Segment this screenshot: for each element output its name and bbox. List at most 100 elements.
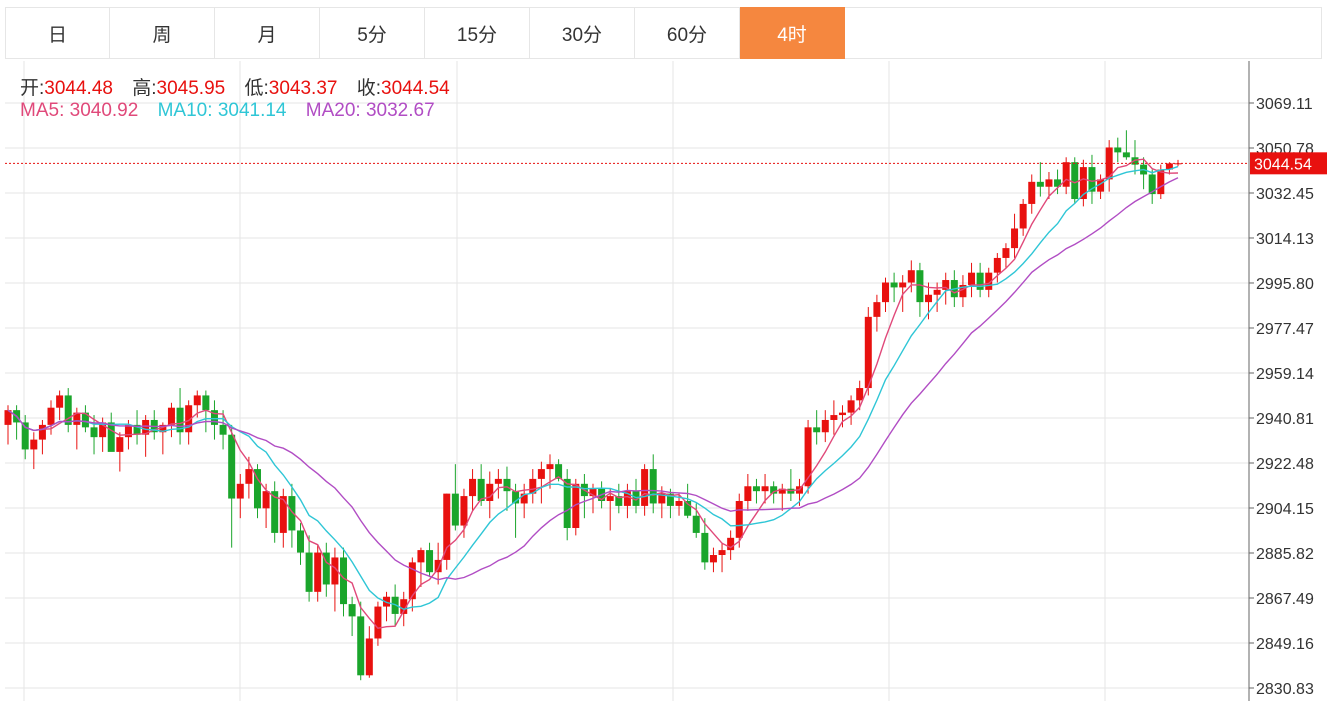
y-tick-label: 2995.80 bbox=[1256, 276, 1314, 293]
candle-body bbox=[56, 395, 64, 408]
candle-body bbox=[856, 388, 864, 401]
candle-body bbox=[357, 616, 365, 676]
y-tick-label: 2849.16 bbox=[1256, 636, 1314, 653]
candle-body bbox=[821, 419, 829, 433]
candle-body bbox=[976, 272, 984, 290]
candle-body bbox=[1062, 162, 1070, 187]
y-tick-label: 2830.83 bbox=[1256, 681, 1314, 698]
candle-body bbox=[675, 500, 683, 506]
candle-body bbox=[1071, 162, 1079, 200]
candle-body bbox=[503, 478, 511, 492]
candle-body bbox=[899, 282, 907, 288]
candle-body bbox=[460, 496, 468, 526]
ma10-line bbox=[7, 165, 1179, 611]
y-tick-label: 2940.81 bbox=[1256, 411, 1314, 428]
y-tick-label: 2977.47 bbox=[1256, 321, 1314, 338]
candle-body bbox=[30, 439, 38, 450]
candle-body bbox=[752, 486, 760, 492]
candle-body bbox=[1036, 181, 1044, 187]
ma20-label: MA20: bbox=[305, 100, 361, 121]
candle-body bbox=[228, 434, 236, 499]
candle-body bbox=[925, 294, 933, 303]
close-label: 收: bbox=[356, 78, 382, 99]
close-value: 3044.54 bbox=[381, 78, 450, 99]
candle-body bbox=[1011, 228, 1019, 249]
candle-body bbox=[486, 483, 494, 501]
candle-body bbox=[477, 478, 485, 501]
candle-body bbox=[426, 550, 434, 573]
ma20-value: 3032.67 bbox=[365, 100, 435, 121]
open-label: 开: bbox=[20, 78, 45, 99]
candle-body bbox=[761, 486, 769, 492]
candle-body bbox=[1114, 147, 1122, 153]
candle-body bbox=[262, 491, 270, 509]
candle-body bbox=[649, 469, 657, 504]
candle-body bbox=[907, 270, 915, 283]
y-tick-label: 2867.49 bbox=[1256, 591, 1314, 608]
open-value: 3044.48 bbox=[44, 78, 113, 99]
y-tick-label: 2885.82 bbox=[1256, 546, 1314, 563]
candle-body bbox=[288, 496, 296, 531]
y-tick-label: 2922.48 bbox=[1256, 456, 1314, 473]
candle-body bbox=[1122, 152, 1130, 158]
candle-body bbox=[701, 532, 709, 563]
candle-body bbox=[305, 552, 313, 592]
ma5-line bbox=[7, 158, 1179, 629]
y-tick-label: 2904.15 bbox=[1256, 501, 1314, 518]
candle-body bbox=[847, 400, 855, 413]
candle-body bbox=[451, 493, 459, 526]
ma10-value: 3041.14 bbox=[217, 100, 287, 121]
candle-body bbox=[993, 257, 1001, 273]
candle-body bbox=[314, 552, 322, 592]
candle-body bbox=[1045, 179, 1053, 187]
candle-body bbox=[348, 604, 356, 617]
high-value: 3045.95 bbox=[156, 78, 226, 99]
candle-body bbox=[692, 515, 700, 533]
candle-body bbox=[1002, 248, 1010, 258]
candle-body bbox=[219, 424, 227, 435]
candle-body bbox=[236, 483, 244, 499]
candle-body bbox=[744, 486, 752, 501]
candle-body bbox=[933, 289, 941, 295]
current-price-label: 3044.54 bbox=[1254, 156, 1312, 173]
candle-body bbox=[546, 464, 554, 470]
candle-body bbox=[107, 422, 115, 452]
candle-body bbox=[443, 493, 451, 560]
candle-body bbox=[279, 496, 287, 533]
candle-body bbox=[47, 407, 55, 425]
candle-body bbox=[537, 469, 545, 479]
candle-body bbox=[1019, 203, 1027, 229]
candle-body bbox=[606, 496, 614, 501]
candle-body bbox=[890, 282, 898, 288]
candle-body bbox=[193, 395, 201, 406]
ma10-label: MA10: bbox=[157, 100, 213, 121]
ohlc-panel: 开:3044.48 高:3045.95 低:3043.37 收:3044.54 bbox=[20, 73, 450, 100]
candle-body bbox=[830, 415, 838, 420]
candle-body bbox=[494, 478, 502, 484]
candle-body bbox=[116, 437, 124, 452]
candle-body bbox=[245, 469, 253, 484]
candle-body bbox=[202, 395, 210, 411]
ma5-value: 3040.92 bbox=[69, 100, 139, 121]
low-label: 低: bbox=[244, 78, 269, 99]
candle-body bbox=[167, 407, 175, 425]
candle-body bbox=[374, 606, 382, 639]
candle-body bbox=[1028, 181, 1036, 204]
high-label: 高: bbox=[132, 78, 157, 99]
candle-body bbox=[718, 550, 726, 556]
candle-body bbox=[968, 272, 976, 285]
candle-body bbox=[641, 469, 649, 506]
y-tick-label: 2959.14 bbox=[1256, 366, 1314, 383]
candle-body bbox=[38, 424, 46, 440]
candle-body bbox=[469, 478, 477, 497]
candle-body bbox=[340, 557, 348, 605]
low-value: 3043.37 bbox=[268, 78, 338, 99]
candle-body bbox=[417, 550, 425, 563]
ma5-label: MA5: bbox=[20, 100, 65, 121]
candle-body bbox=[297, 530, 304, 553]
candle-body bbox=[864, 316, 872, 389]
candle-body bbox=[882, 282, 889, 303]
candle-body bbox=[90, 427, 98, 438]
candle-body bbox=[838, 412, 846, 416]
candle-body bbox=[813, 427, 821, 433]
